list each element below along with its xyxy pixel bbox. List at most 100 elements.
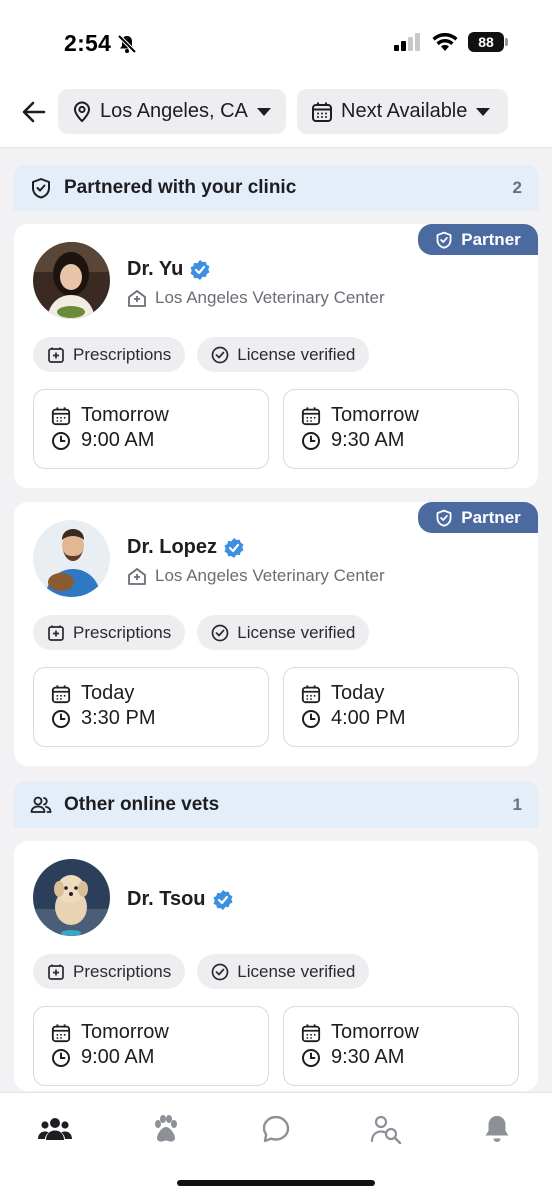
location-filter[interactable]: Los Angeles, CA (58, 89, 286, 134)
license-verified-tag: License verified (197, 954, 370, 989)
chevron-down-icon (256, 107, 271, 116)
avatar (33, 859, 110, 936)
section-count: 1 (512, 795, 522, 814)
availability-filter[interactable]: Next Available (297, 89, 508, 134)
calendar-icon (51, 1023, 71, 1042)
slot-time: 9:00 AM (81, 429, 155, 451)
bell-icon (485, 1116, 509, 1142)
clock-icon (52, 709, 70, 728)
slot-day: Today (331, 682, 385, 704)
prescriptions-tag: Prescriptions (33, 954, 186, 989)
back-arrow-icon (22, 101, 46, 123)
verified-badge-icon (213, 889, 233, 910)
vet-name-text: Dr. Lopez (127, 536, 218, 558)
avatar (33, 242, 110, 319)
clinic-info: Los Angeles Veterinary Center (127, 566, 385, 586)
nav-find-vet[interactable] (366, 1111, 406, 1147)
vet-name-text: Dr. Yu (127, 258, 184, 280)
prescriptions-label: Prescriptions (73, 344, 172, 364)
vet-name: Dr. Yu (127, 258, 211, 281)
wifi-icon (432, 32, 458, 51)
verified-badge-icon (224, 537, 244, 558)
slot-time: 4:00 PM (331, 707, 406, 729)
home-indicator[interactable] (177, 1180, 375, 1186)
slot-day: Today (81, 682, 135, 704)
clinic-building-icon (128, 568, 146, 585)
clinic-info: Los Angeles Veterinary Center (127, 288, 385, 308)
battery-level: 88 (478, 34, 494, 50)
map-pin-icon (73, 101, 91, 122)
calendar-icon (301, 684, 321, 703)
prescription-icon (48, 625, 64, 641)
slot-day: Tomorrow (331, 404, 419, 426)
appointment-slots: Today 3:30 PM Today 4:00 PM (33, 667, 519, 747)
check-circle-icon (211, 624, 229, 641)
appointment-slot[interactable]: Tomorrow 9:30 AM (283, 1006, 519, 1086)
slot-time: 9:30 AM (331, 429, 405, 451)
calendar-icon (301, 1023, 321, 1042)
calendar-icon (51, 406, 71, 425)
clock-icon (302, 709, 320, 728)
shield-check-icon (436, 509, 452, 527)
check-circle-icon (211, 963, 229, 980)
calendar-icon (301, 406, 321, 425)
status-time: 2:54 (64, 30, 137, 57)
slot-time: 3:30 PM (81, 707, 156, 729)
partner-badge: Partner (418, 224, 538, 255)
appointment-slot[interactable]: Tomorrow 9:30 AM (283, 389, 519, 469)
nav-pets[interactable] (145, 1111, 185, 1147)
license-verified-tag: License verified (197, 615, 370, 650)
clinic-name: Los Angeles Veterinary Center (155, 566, 385, 585)
nav-chat[interactable] (256, 1111, 296, 1147)
section-count: 2 (512, 178, 522, 197)
section-other-vets-header: Other online vets 1 (14, 782, 538, 828)
vet-card[interactable]: Partner Dr. Yu Los Angeles Veterinary Ce… (14, 224, 538, 488)
status-time-text: 2:54 (64, 30, 112, 56)
status-bar: 2:54 88 (0, 0, 552, 76)
people-icon (38, 1118, 72, 1140)
availability-filter-label: Next Available (341, 100, 468, 122)
location-filter-label: Los Angeles, CA (100, 100, 248, 122)
clock-icon (52, 1048, 70, 1067)
slot-day: Tomorrow (81, 404, 169, 426)
nav-notifications[interactable] (477, 1111, 517, 1147)
appointment-slot[interactable]: Tomorrow 9:00 AM (33, 389, 269, 469)
battery-indicator: 88 (468, 32, 508, 52)
appointment-slot[interactable]: Today 4:00 PM (283, 667, 519, 747)
vet-card[interactable]: Dr. Tsou Prescriptions License verified … (14, 841, 538, 1091)
section-title: Other online vets (64, 794, 220, 815)
silent-bell-icon (117, 34, 137, 53)
clock-icon (302, 1048, 320, 1067)
prescriptions-tag: Prescriptions (33, 615, 186, 650)
appointment-slot[interactable]: Tomorrow 9:00 AM (33, 1006, 269, 1086)
chevron-down-icon (476, 107, 491, 116)
filter-header: Los Angeles, CA Next Available (0, 76, 552, 148)
license-verified-label: License verified (237, 344, 356, 364)
prescription-icon (48, 347, 64, 363)
paw-icon (155, 1115, 177, 1142)
verified-badge-icon (190, 259, 210, 280)
slot-time: 9:00 AM (81, 1046, 155, 1068)
chat-icon (262, 1115, 290, 1143)
check-circle-icon (211, 346, 229, 363)
nav-vets[interactable] (35, 1111, 75, 1147)
vet-name: Dr. Lopez (127, 536, 245, 559)
prescription-icon (48, 964, 64, 980)
slot-day: Tomorrow (81, 1021, 169, 1043)
cellular-signal-icon (394, 33, 420, 51)
clinic-name: Los Angeles Veterinary Center (155, 288, 385, 307)
clock-icon (52, 431, 70, 450)
find-vet-icon (370, 1115, 402, 1144)
vet-card[interactable]: Partner Dr. Lopez Los Angeles Veterinary… (14, 502, 538, 766)
vet-tags: Prescriptions License verified (33, 615, 370, 650)
appointment-slot[interactable]: Today 3:30 PM (33, 667, 269, 747)
people-icon (30, 796, 52, 813)
appointment-slots: Tomorrow 9:00 AM Tomorrow 9:30 AM (33, 1006, 519, 1086)
back-button[interactable] (18, 96, 50, 128)
partner-badge-label: Partner (461, 229, 521, 249)
calendar-icon (312, 102, 332, 122)
vet-tags: Prescriptions License verified (33, 337, 370, 372)
prescriptions-tag: Prescriptions (33, 337, 186, 372)
slot-time: 9:30 AM (331, 1046, 405, 1068)
license-verified-tag: License verified (197, 337, 370, 372)
